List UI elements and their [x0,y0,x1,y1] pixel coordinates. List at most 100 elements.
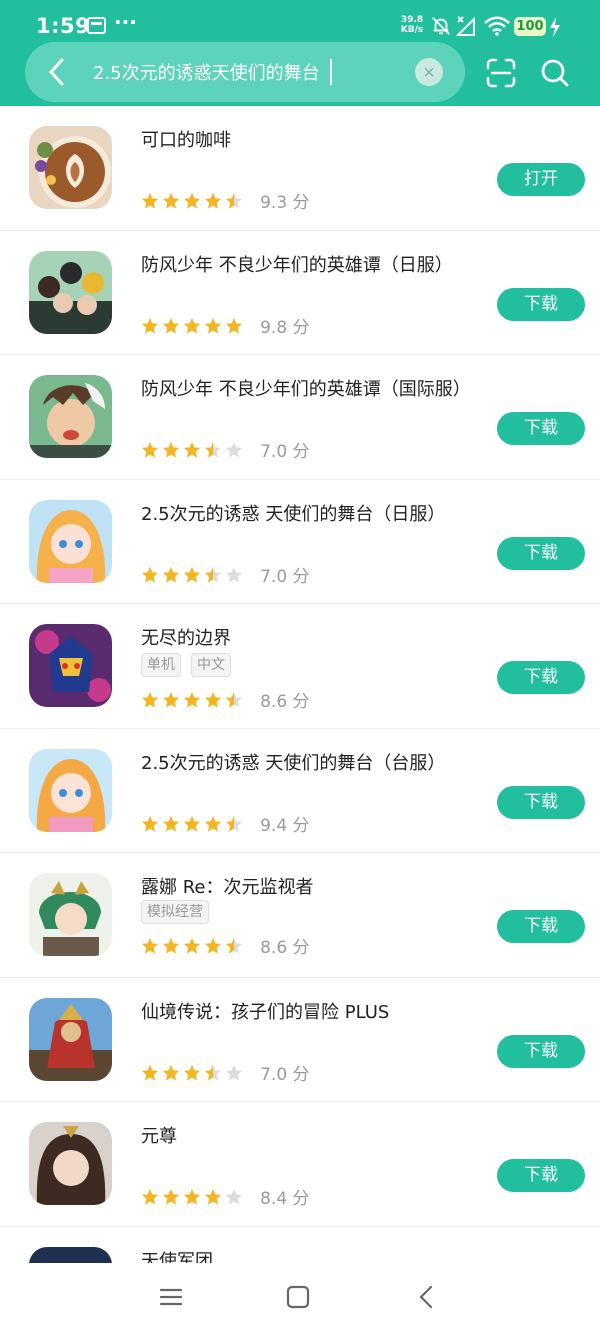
app-icon-2-5-tw[interactable] [29,748,112,832]
star-half-icon [226,815,242,832]
star-full-icon [184,938,200,954]
star-full-icon [205,938,221,954]
app-name[interactable]: 2.5次元的诱惑 天使们的舞台（台服） [141,749,445,775]
star-half-icon [226,692,242,708]
search-results-list: 可口的咖啡 9.3 分 打开 防风少年 不良少年们的英雄谭（日服） 9.8 分 … [0,106,600,1263]
battery-icon: 100 [514,17,546,36]
star-full-icon [163,442,179,458]
star-empty-icon [226,1064,242,1081]
star-full-icon [184,566,200,583]
rating: 7.0 分 [141,437,310,462]
app-name[interactable]: 2.5次元的诱惑 天使们的舞台（日服） [141,500,445,526]
rating: 7.0 分 [141,1060,310,1085]
clear-icon[interactable]: × [415,58,443,86]
star-full-icon [184,1064,200,1081]
back-icon[interactable] [417,1284,435,1310]
tag: 单机 [141,653,181,677]
download-button[interactable]: 下载 [497,412,585,445]
star-full-icon [163,566,179,583]
bell-muted-icon [432,17,450,35]
app-icon-ragnarok[interactable] [29,997,112,1081]
app-name[interactable]: 露娜 Re：次元监视者 [141,873,314,899]
system-nav-bar [0,1263,600,1333]
app-icon-windbreaker[interactable] [29,250,112,334]
search-input[interactable] [93,56,393,88]
search-icon[interactable] [540,58,570,88]
star-full-icon [142,442,158,458]
home-icon[interactable] [286,1285,310,1309]
score: 8.6 分 [260,938,310,958]
score: 9.4 分 [260,815,310,836]
download-button[interactable]: 下载 [497,661,585,694]
app-name[interactable]: 天使军团 [141,1247,213,1264]
list-item[interactable]: 天使军团 [0,1227,600,1264]
download-button[interactable]: 下载 [497,536,585,570]
app-name[interactable]: 仙境传说：孩子们的冒险 PLUS [141,998,389,1024]
star-full-icon [142,566,158,583]
top-bar: 1:59 ··· 39.8 KB/s 100 2.5次元的诱惑天使们的舞台 × [0,0,600,106]
score: 9.8 分 [260,317,310,338]
star-half-icon [226,938,242,954]
list-item[interactable]: 防风少年 不良少年们的英雄谭（国际服） 7.0 分 下载 [0,355,600,480]
score: 8.6 分 [260,692,310,712]
star-full-icon [163,317,179,334]
tag-list: 模拟经营 [141,900,219,926]
wifi-icon [484,16,510,36]
star-full-icon [163,938,179,954]
star-full-icon [142,193,158,209]
scan-icon[interactable] [486,58,516,88]
download-button[interactable]: 下载 [497,1159,585,1192]
rating: 8.4 分 [141,1184,310,1209]
rating: 7.0 分 [141,562,310,587]
text-cursor [330,59,332,85]
star-full-icon [205,1189,221,1205]
tag: 中文 [191,653,231,677]
list-item[interactable]: 元尊 8.4 分 下载 [0,1102,600,1227]
app-icon-angel-legion[interactable] [29,1246,112,1263]
star-full-icon [205,692,221,708]
list-item[interactable]: 仙境传说：孩子们的冒险 PLUS 7.0 分 下载 [0,978,600,1102]
list-item[interactable]: 2.5次元的诱惑 天使们的舞台（日服） 7.0 分 下载 [0,480,600,604]
app-name[interactable]: 无尽的边界 [141,624,231,650]
app-name[interactable]: 防风少年 不良少年们的英雄谭（日服） [141,251,453,277]
download-button[interactable]: 下载 [497,1034,585,1068]
star-rating [141,564,246,584]
list-item[interactable]: 无尽的边界 单机 中文 8.6 分 下载 [0,604,600,729]
list-item[interactable]: 防风少年 不良少年们的英雄谭（日服） 9.8 分 下载 [0,231,600,355]
star-full-icon [163,1064,179,1081]
star-rating [141,315,246,335]
star-empty-icon [226,566,242,583]
tag-list: 单机 中文 [141,653,241,679]
star-rating [141,1062,246,1082]
star-rating [141,191,246,211]
list-item[interactable]: 2.5次元的诱惑 天使们的舞台（台服） 9.4 分 下载 [0,729,600,853]
app-name[interactable]: 元尊 [141,1122,177,1148]
download-button[interactable]: 下载 [497,287,585,321]
star-rating [141,813,246,833]
app-icon-endless-frontier[interactable] [29,624,112,707]
search-row: × [0,42,600,104]
more-dots-icon: ··· [114,10,137,34]
download-button[interactable]: 下载 [497,785,585,819]
list-item[interactable]: 露娜 Re：次元监视者 模拟经营 8.6 分 下载 [0,853,600,978]
app-name[interactable]: 可口的咖啡 [141,126,231,152]
app-icon-yuanzun[interactable] [29,1122,112,1205]
app-icon-luna-re[interactable] [29,873,112,956]
star-empty-icon [226,1189,242,1205]
star-full-icon [142,815,158,832]
app-icon-windbreaker-global[interactable] [29,375,112,458]
list-item[interactable]: 可口的咖啡 9.3 分 打开 [0,106,600,231]
app-icon-coffee[interactable] [29,126,112,209]
open-button[interactable]: 打开 [497,163,585,196]
download-button[interactable]: 下载 [497,910,585,943]
star-full-icon [163,692,179,708]
app-icon-2-5-jp[interactable] [29,499,112,583]
menu-icon[interactable] [159,1285,183,1309]
star-empty-icon [226,442,242,458]
star-rating [141,936,246,956]
star-full-icon [205,317,221,334]
star-full-icon [205,193,221,209]
star-full-icon [142,1189,158,1205]
back-arrow-icon[interactable] [44,56,68,88]
app-name[interactable]: 防风少年 不良少年们的英雄谭（国际服） [141,375,471,401]
